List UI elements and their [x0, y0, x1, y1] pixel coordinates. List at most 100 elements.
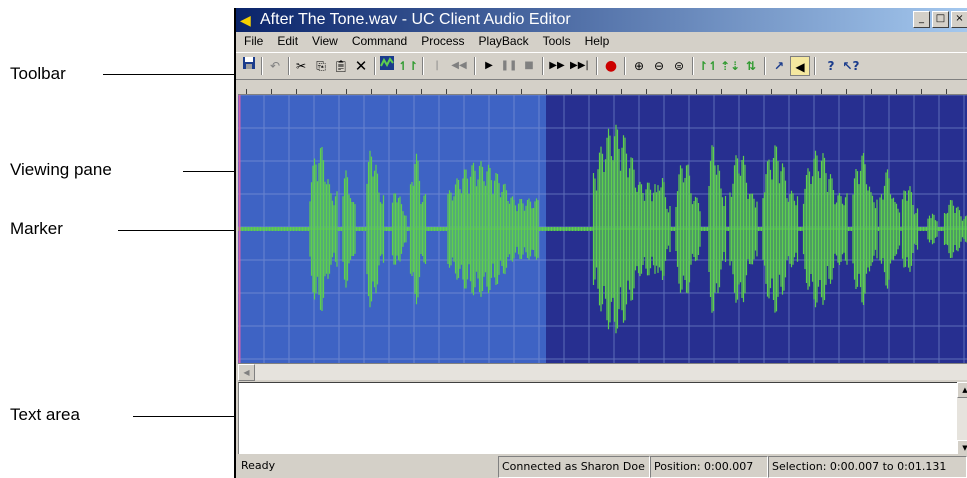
status-ready: Ready: [241, 459, 276, 472]
toolbar-separator: [692, 57, 694, 75]
status-bar: Ready Connected as Sharon Doe Position: …: [236, 454, 967, 478]
text-area[interactable]: [238, 382, 958, 456]
stop-icon[interactable]: ■: [520, 56, 538, 76]
toolbar-separator: [474, 57, 476, 75]
skip-start-icon[interactable]: |◀◀: [428, 56, 446, 91]
scroll-left-icon[interactable]: ◀: [238, 364, 255, 381]
ruler-tick: [246, 89, 247, 94]
skip-end-icon[interactable]: ▶▶|: [570, 56, 589, 76]
ruler-tick: [896, 89, 897, 94]
delete-icon[interactable]: ✕: [352, 56, 370, 76]
ruler-tick: [746, 89, 747, 94]
ruler-tick: [371, 89, 372, 94]
menu-edit[interactable]: Edit: [269, 32, 304, 50]
cut-icon[interactable]: ✂: [292, 56, 310, 76]
minimize-button[interactable]: _: [913, 11, 930, 28]
ruler-tick: [521, 89, 522, 94]
undo-icon[interactable]: ↶: [266, 56, 284, 76]
menu-view[interactable]: View: [304, 32, 344, 50]
play-icon[interactable]: ▶: [480, 56, 498, 76]
ruler-tick: [821, 89, 822, 94]
normalize-icon[interactable]: ⇡⇣: [720, 56, 740, 76]
marker-callout-label: Marker: [10, 219, 63, 238]
ruler-tick: [396, 89, 397, 94]
rewind-icon[interactable]: ◀◀: [450, 56, 468, 76]
ruler-tick: [696, 89, 697, 94]
fade-icon[interactable]: ⇅: [742, 56, 760, 76]
ruler-tick: [571, 89, 572, 94]
ruler-tick: [271, 89, 272, 94]
scroll-up-icon[interactable]: ▲: [957, 382, 967, 398]
horizontal-scrollbar[interactable]: ◀: [238, 363, 967, 381]
toolbar-callout-label: Toolbar: [10, 64, 66, 83]
toolbar-separator: [374, 57, 376, 75]
toolbar-separator: [624, 57, 626, 75]
ruler-tick: [546, 89, 547, 94]
ruler-tick: [421, 89, 422, 94]
ruler-tick: [321, 89, 322, 94]
ruler-tick: [946, 89, 947, 94]
status-connection: Connected as Sharon Doe: [498, 456, 650, 478]
record-icon[interactable]: ●: [602, 56, 620, 76]
zoom-fit-icon[interactable]: ⊜: [670, 56, 688, 76]
menu-process[interactable]: Process: [413, 32, 470, 50]
zoom-in-icon[interactable]: ⊕: [630, 56, 648, 76]
ruler-tick: [646, 89, 647, 94]
menu-file[interactable]: File: [236, 32, 269, 50]
toolbar-separator: [422, 57, 424, 75]
ruler-tick: [796, 89, 797, 94]
ruler-tick: [671, 89, 672, 94]
pitch-icon[interactable]: ↿↾: [398, 56, 418, 76]
status-position: Position: 0:00.007: [650, 456, 768, 478]
window-controls: _ □ ×: [913, 11, 967, 28]
maximize-button[interactable]: □: [932, 11, 949, 28]
ruler-tick: [771, 89, 772, 94]
toolbar-callout-line: [103, 74, 235, 75]
menu-tools[interactable]: Tools: [535, 32, 577, 50]
status-selection: Selection: 0:00.007 to 0:01.131: [768, 456, 967, 478]
ruler-tick: [871, 89, 872, 94]
menu-playback[interactable]: PlayBack: [471, 32, 535, 50]
toolbar-separator: [542, 57, 544, 75]
toolbar-separator: [814, 57, 816, 75]
context-help-icon[interactable]: ↖?: [842, 56, 860, 76]
ruler-tick: [596, 89, 597, 94]
save-icon[interactable]: [240, 56, 258, 76]
ruler-tick: [621, 89, 622, 94]
waveform-view-icon[interactable]: [378, 56, 396, 76]
help-icon[interactable]: ?: [822, 56, 840, 76]
ruler-tick: [346, 89, 347, 94]
toolbar-separator: [261, 57, 263, 75]
title-bar[interactable]: ◀ After The Tone.wav - UC Client Audio E…: [236, 8, 967, 32]
fast-forward-icon[interactable]: ▶▶: [548, 56, 566, 76]
ruler-tick: [446, 89, 447, 94]
viewing-pane[interactable]: [238, 95, 967, 363]
waveform-display[interactable]: [238, 95, 967, 363]
pause-icon[interactable]: ❚❚: [500, 56, 518, 76]
window-title: After The Tone.wav - UC Client Audio Edi…: [260, 11, 571, 28]
text-area-scrollbar[interactable]: ▲ ▼: [957, 382, 967, 456]
menu-bar: File Edit View Command Process PlayBack …: [236, 32, 967, 50]
toolbar-separator: [596, 57, 598, 75]
ruler-tick: [496, 89, 497, 94]
ruler-tick: [471, 89, 472, 94]
pen-icon[interactable]: ↗: [770, 56, 788, 76]
amplify-icon[interactable]: ↾↿: [698, 56, 718, 76]
copy-icon[interactable]: ⎘: [312, 56, 330, 76]
ruler-tick: [721, 89, 722, 94]
text-area-callout-label: Text area: [10, 405, 80, 424]
viewing-pane-callout-label: Viewing pane: [10, 160, 112, 179]
time-ruler[interactable]: [238, 80, 967, 95]
menu-help[interactable]: Help: [577, 32, 616, 50]
close-button[interactable]: ×: [951, 11, 967, 28]
speaker-icon[interactable]: ◀︎: [790, 56, 810, 76]
menu-command[interactable]: Command: [344, 32, 413, 50]
ruler-tick: [921, 89, 922, 94]
toolbar-separator: [288, 57, 290, 75]
paste-icon[interactable]: 📋︎: [332, 56, 350, 76]
toolbar: ↶ ✂ ⎘ 📋︎ ✕ ↿↾ |◀◀ ◀◀ ▶ ❚❚ ■ ▶▶ ▶▶| ● ⊕ ⊖…: [236, 52, 967, 91]
ruler-tick: [296, 89, 297, 94]
zoom-out-icon[interactable]: ⊖: [650, 56, 668, 76]
audio-editor-window: ◀ After The Tone.wav - UC Client Audio E…: [234, 8, 967, 478]
app-speaker-icon: ◀: [240, 12, 251, 28]
